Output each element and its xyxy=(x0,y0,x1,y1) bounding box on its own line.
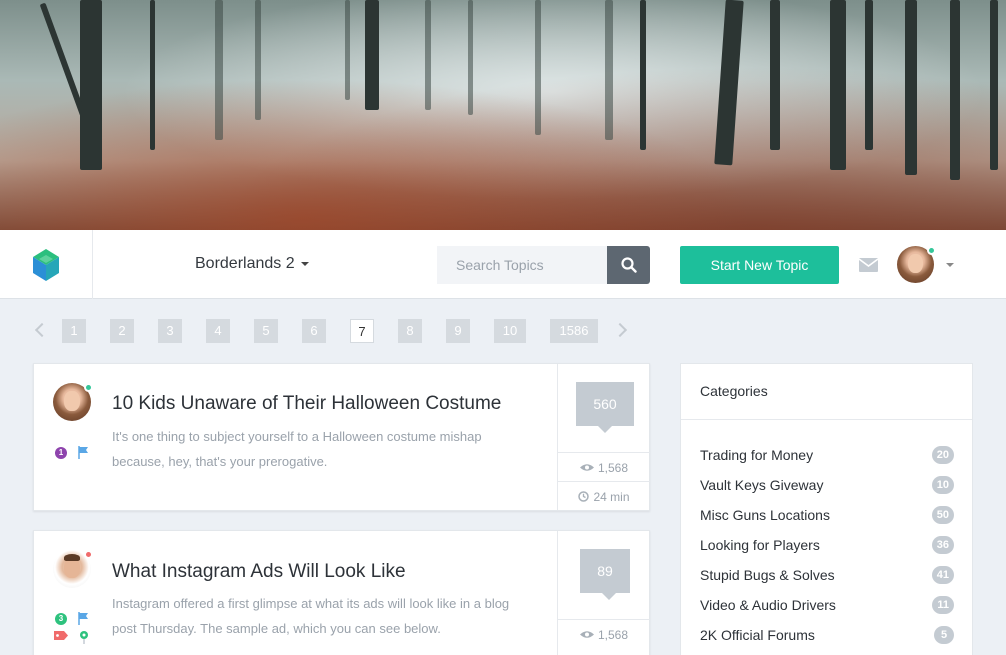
category-count-badge: 36 xyxy=(931,536,954,554)
busy-status-dot xyxy=(84,550,93,559)
categories-panel: Categories Trading for Money 20 Vault Ke… xyxy=(680,363,973,655)
page-link[interactable]: 3 xyxy=(158,319,182,343)
topic-title[interactable]: What Instagram Ads Will Look Like xyxy=(112,561,406,583)
user-avatar[interactable] xyxy=(897,246,936,283)
view-count-value: 1,568 xyxy=(597,627,629,642)
chevron-down-icon xyxy=(300,262,309,266)
last-activity-value: 24 min xyxy=(593,489,630,504)
online-status-dot xyxy=(84,383,93,392)
category-item[interactable]: Misc Guns Locations 50 xyxy=(700,505,954,525)
forum-selector-label: Borderlands 2 xyxy=(195,255,295,272)
divider xyxy=(681,419,972,420)
view-count: 1,568 xyxy=(558,619,650,649)
page-link[interactable]: 1 xyxy=(62,319,86,343)
categories-heading: Categories xyxy=(700,383,768,399)
start-new-topic-button[interactable]: Start New Topic xyxy=(680,246,839,284)
search-input[interactable] xyxy=(437,246,607,284)
hero-banner-image xyxy=(0,0,1006,230)
category-label: Stupid Bugs & Solves xyxy=(700,567,835,583)
topic-card: 1 10 Kids Unaware of Their Halloween Cos… xyxy=(33,363,650,511)
category-item[interactable]: Trading for Money 20 xyxy=(700,445,954,465)
author-avatar[interactable] xyxy=(53,550,93,588)
category-item[interactable]: Video & Audio Drivers 11 xyxy=(700,595,954,615)
category-item[interactable]: Vault Keys Giveway 10 xyxy=(700,475,954,495)
forum-selector-dropdown[interactable]: Borderlands 2 xyxy=(195,255,309,273)
current-page-link[interactable]: 7 xyxy=(350,319,374,343)
messages-button[interactable] xyxy=(858,258,879,277)
topic-excerpt: It's one thing to subject yourself to a … xyxy=(112,429,482,469)
next-page-arrow-icon[interactable] xyxy=(612,322,628,338)
search-icon xyxy=(620,257,637,273)
last-activity-time: 24 min xyxy=(558,481,650,511)
flag-icon[interactable] xyxy=(78,446,89,459)
topic-card: 3 What Instagram Ads Will Look Like Inst… xyxy=(33,530,650,655)
page-link[interactable]: 5 xyxy=(254,319,278,343)
category-label: Looking for Players xyxy=(700,537,820,553)
flag-icon[interactable] xyxy=(78,612,89,625)
eye-icon xyxy=(579,631,594,638)
page-link[interactable]: 9 xyxy=(446,319,470,343)
map-pin-icon[interactable] xyxy=(79,630,89,644)
tag-icon[interactable] xyxy=(54,631,68,640)
category-count-badge: 41 xyxy=(931,566,954,584)
category-label: 2K Official Forums xyxy=(700,627,815,643)
last-page-link[interactable]: 1586 xyxy=(550,319,598,343)
topic-excerpt: Instagram offered a first glimpse at wha… xyxy=(112,596,510,636)
reply-count: 89 xyxy=(580,549,630,600)
page-link[interactable]: 6 xyxy=(302,319,326,343)
site-logo[interactable] xyxy=(0,230,93,299)
reply-count: 560 xyxy=(576,382,634,433)
pagination: 1 2 3 4 5 6 7 8 9 10 1586 xyxy=(0,319,660,345)
category-item[interactable]: Looking for Players 36 xyxy=(700,535,954,555)
online-status-dot xyxy=(927,246,936,255)
chevron-down-icon[interactable] xyxy=(946,263,954,267)
category-count-badge: 10 xyxy=(931,476,954,494)
view-count: 1,568 xyxy=(558,452,650,482)
rank-badge: 1 xyxy=(55,447,67,459)
page-link[interactable]: 2 xyxy=(110,319,134,343)
category-label: Trading for Money xyxy=(700,447,814,463)
clock-icon xyxy=(578,491,590,502)
category-count-badge: 50 xyxy=(931,506,954,524)
category-label: Misc Guns Locations xyxy=(700,507,830,523)
page-link[interactable]: 8 xyxy=(398,319,422,343)
logo-icon xyxy=(33,248,59,281)
page-link[interactable]: 4 xyxy=(206,319,230,343)
author-avatar[interactable] xyxy=(53,383,93,421)
eye-icon xyxy=(579,464,594,471)
prev-page-arrow-icon[interactable] xyxy=(34,322,50,338)
topic-stats: 89 1,568 xyxy=(557,531,650,655)
category-label: Video & Audio Drivers xyxy=(700,597,836,613)
topic-title[interactable]: 10 Kids Unaware of Their Halloween Costu… xyxy=(112,393,501,415)
page-link[interactable]: 10 xyxy=(494,319,526,343)
category-item[interactable]: 2K Official Forums 5 xyxy=(700,625,954,645)
rank-badge: 3 xyxy=(55,613,67,625)
envelope-icon xyxy=(858,258,879,272)
category-count-badge: 5 xyxy=(934,626,954,644)
category-count-badge: 11 xyxy=(932,596,954,614)
search-button[interactable] xyxy=(607,246,650,284)
category-item[interactable]: Stupid Bugs & Solves 41 xyxy=(700,565,954,585)
category-label: Vault Keys Giveway xyxy=(700,477,824,493)
topic-stats: 560 1,568 24 min xyxy=(557,364,650,510)
view-count-value: 1,568 xyxy=(597,460,629,475)
category-count-badge: 20 xyxy=(931,446,954,464)
